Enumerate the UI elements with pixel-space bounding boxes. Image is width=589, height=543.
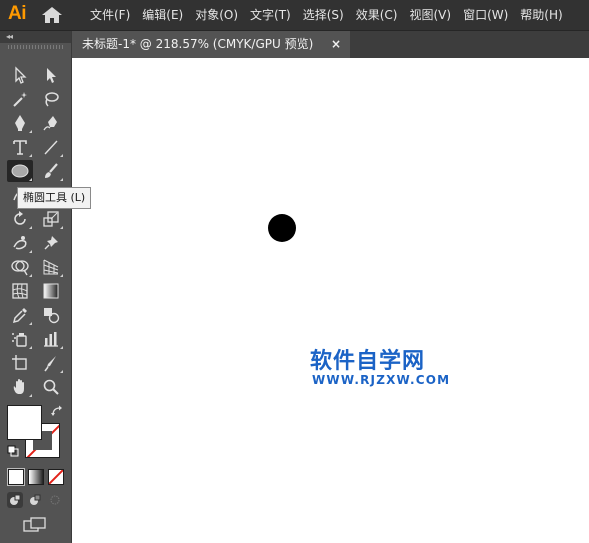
menu-effect[interactable]: 效果(C) (350, 0, 404, 30)
lasso-tool[interactable] (38, 88, 64, 110)
menu-object[interactable]: 对象(O) (189, 0, 244, 30)
eyedropper-icon (12, 308, 27, 324)
selection-tool[interactable] (7, 64, 33, 86)
mesh-tool[interactable] (7, 280, 33, 302)
column-graph-tool[interactable] (38, 328, 64, 350)
menu-view[interactable]: 视图(V) (403, 0, 457, 30)
line-segment-tool[interactable] (38, 136, 64, 158)
eyedropper-tool[interactable] (7, 304, 33, 326)
direct-selection-arrow-icon (47, 68, 56, 83)
menu-type[interactable]: 文字(T) (244, 0, 297, 30)
magic-wand-icon (13, 92, 27, 107)
gradient-mode-button[interactable] (28, 469, 44, 485)
rotate-icon (14, 211, 26, 225)
panel-grip[interactable] (8, 45, 64, 49)
curvature-tool[interactable] (38, 112, 64, 134)
menu-file[interactable]: 文件(F) (84, 0, 136, 30)
paintbrush-tool[interactable] (38, 160, 64, 182)
none-mode-button[interactable] (48, 469, 64, 485)
zoom-tool[interactable] (38, 376, 64, 398)
draw-behind-button[interactable] (27, 492, 43, 508)
type-tool[interactable] (7, 136, 33, 158)
home-icon[interactable] (41, 6, 63, 24)
blend-tool[interactable] (38, 304, 64, 326)
scale-icon (43, 211, 59, 227)
swap-fill-stroke-icon[interactable] (50, 404, 64, 418)
slice-tool[interactable] (38, 352, 64, 374)
draw-normal-icon (10, 494, 21, 505)
gradient-tool[interactable] (38, 280, 64, 302)
hand-tool[interactable] (7, 376, 33, 398)
color-mode-button[interactable] (7, 468, 25, 486)
menu-window[interactable]: 窗口(W) (457, 0, 514, 30)
pen-icon (15, 115, 25, 131)
watermark-title: 软件自学网 (310, 349, 426, 374)
draw-inside-button[interactable] (47, 492, 63, 508)
column-graph-icon (44, 332, 58, 347)
blend-icon (44, 308, 60, 324)
ellipse-icon (11, 164, 29, 178)
symbol-sprayer-icon (12, 333, 27, 347)
gradient-icon (43, 283, 59, 299)
menu-bar: Ai 文件(F) 编辑(E) 对象(O) 文字(T) 选择(S) 效果(C) 视… (0, 0, 589, 31)
mesh-icon (12, 283, 28, 299)
document-tab-title: 未标题-1* @ 218.57% (CMYK/GPU 预览) (82, 37, 314, 51)
paintbrush-icon (45, 163, 58, 178)
pin-tool[interactable] (38, 232, 64, 254)
selection-arrow-icon (15, 66, 27, 84)
perspective-grid-icon (43, 259, 59, 275)
document-tab-bar: 未标题-1* @ 218.57% (CMYK/GPU 预览) × (72, 31, 589, 58)
pen-tool[interactable] (7, 112, 33, 134)
menu-help[interactable]: 帮助(H) (514, 0, 568, 30)
app-logo: Ai (8, 3, 27, 24)
draw-behind-icon (30, 494, 41, 505)
puppet-warp-icon (13, 236, 27, 250)
screen-mode-icon[interactable] (23, 517, 47, 533)
document-tab[interactable]: 未标题-1* @ 218.57% (CMYK/GPU 预览) × (72, 31, 350, 58)
collapse-icon[interactable]: ◂◂ (6, 32, 13, 41)
artboard-canvas[interactable]: 软件自学网 WWW.RJZXW.COM (72, 58, 589, 543)
puppet-warp-tool[interactable] (7, 232, 33, 254)
curvature-pen-icon (43, 116, 57, 131)
type-icon (13, 140, 27, 155)
magic-wand-tool[interactable] (7, 88, 33, 110)
watermark-url: WWW.RJZXW.COM (312, 373, 451, 387)
scale-tool[interactable] (38, 208, 64, 230)
line-segment-icon (44, 140, 58, 155)
artboard-tool[interactable] (7, 352, 33, 374)
menu-select[interactable]: 选择(S) (297, 0, 350, 30)
tool-tooltip: 椭圆工具 (L) (17, 187, 92, 209)
fill-color-swatch[interactable] (7, 405, 42, 440)
menu-edit[interactable]: 编辑(E) (136, 0, 189, 30)
ellipse-tool[interactable] (7, 160, 33, 182)
pin-icon (44, 236, 58, 250)
hand-icon (13, 379, 24, 394)
perspective-grid-tool[interactable] (38, 256, 64, 278)
slice-knife-icon (44, 356, 56, 372)
draw-inside-icon (50, 495, 60, 505)
artboard-icon (12, 355, 27, 370)
shape-builder-icon (11, 260, 29, 276)
direct-selection-tool[interactable] (38, 64, 64, 86)
symbol-sprayer-tool[interactable] (7, 328, 33, 350)
zoom-magnifier-icon (43, 379, 59, 395)
ellipse-shape[interactable] (268, 214, 296, 242)
tools-panel-header: ◂◂ (0, 31, 71, 43)
shape-builder-tool[interactable] (7, 256, 33, 278)
draw-normal-button[interactable] (7, 492, 23, 508)
lasso-icon (45, 92, 59, 107)
rotate-tool[interactable] (7, 208, 33, 230)
default-fill-stroke-icon[interactable] (7, 445, 19, 457)
tools-panel: ◂◂ (0, 31, 72, 543)
close-icon[interactable]: × (331, 31, 341, 58)
menu-items: 文件(F) 编辑(E) 对象(O) 文字(T) 选择(S) 效果(C) 视图(V… (84, 0, 569, 30)
